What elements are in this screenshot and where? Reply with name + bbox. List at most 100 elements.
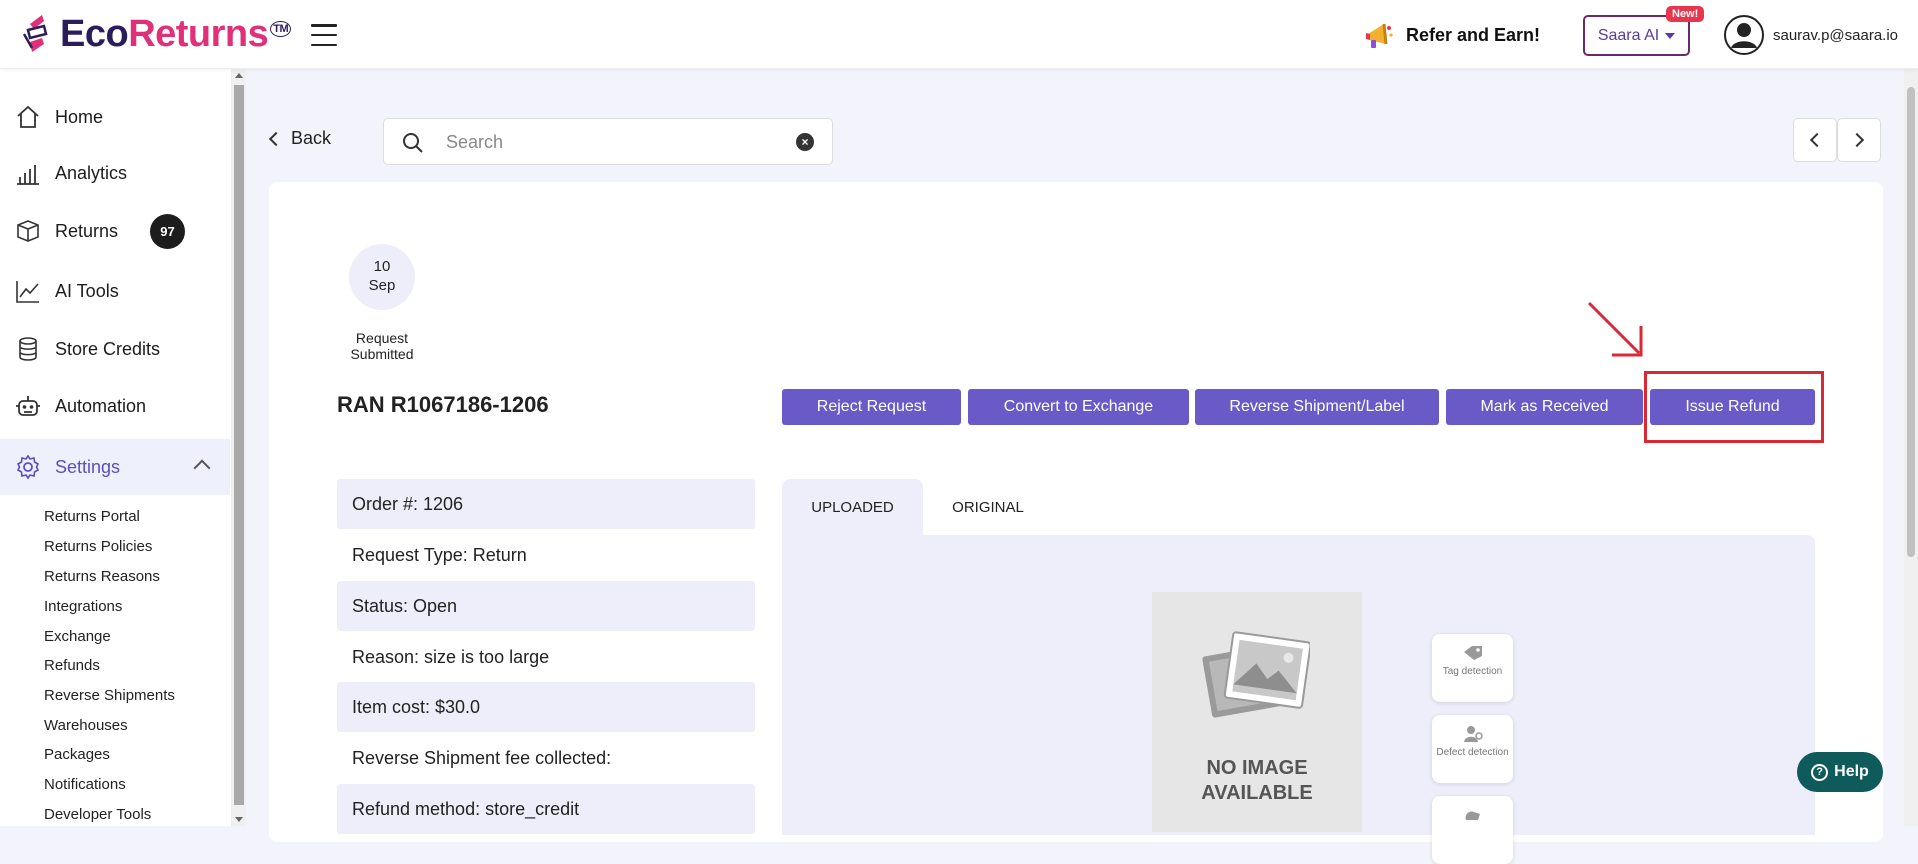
trend-icon	[16, 281, 39, 303]
clear-search-icon[interactable]: ×	[796, 133, 814, 151]
settings-sub-developer-tools[interactable]: Developer Tools	[44, 806, 151, 823]
timeline-date: 10 Sep	[349, 244, 415, 310]
user-avatar-icon	[1724, 15, 1764, 55]
no-image-line1: NO IMAGE	[1206, 757, 1308, 779]
refer-and-earn-link[interactable]: Refer and Earn!	[1362, 18, 1540, 52]
photo-placeholder-icon	[1202, 631, 1310, 718]
scroll-down-icon[interactable]	[235, 817, 243, 822]
search-input[interactable]	[446, 129, 766, 155]
returns-count-badge: 97	[150, 213, 185, 249]
defect-detection-card[interactable]: Defect detection	[1432, 715, 1513, 783]
search-icon	[403, 133, 423, 153]
question-icon: ?	[1811, 763, 1829, 781]
sidebar-item-label: Returns	[55, 220, 119, 241]
chevron-left-icon	[268, 131, 284, 146]
settings-sub-returns-reasons[interactable]: Returns Reasons	[44, 568, 160, 585]
logo-eco-text: Eco	[60, 13, 129, 55]
scroll-up-icon[interactable]	[235, 73, 243, 78]
settings-sub-refunds[interactable]: Refunds	[44, 657, 100, 674]
menu-line-icon	[311, 43, 337, 46]
megaphone-icon	[1366, 23, 1393, 48]
settings-sub-returns-policies[interactable]: Returns Policies	[44, 538, 152, 555]
home-icon	[17, 105, 39, 128]
detail-request-type: Request Type: Return	[352, 544, 527, 565]
detail-status: Status: Open	[337, 581, 755, 631]
logo[interactable]: EcoReturns TM	[20, 12, 292, 56]
logo-returns-text: Returns	[128, 13, 269, 55]
timeline-month: Sep	[368, 277, 396, 294]
caret-down-icon	[1665, 32, 1676, 39]
user-email: saurav.p@saara.io	[1773, 26, 1899, 44]
settings-sub-reverse-shipments[interactable]: Reverse Shipments	[44, 687, 175, 704]
detail-refund-method: Refund method: store_credit	[337, 784, 755, 834]
back-button[interactable]: Back	[268, 128, 332, 149]
sidebar-item-label: Store Credits	[55, 338, 161, 359]
settings-sub-notifications[interactable]: Notifications	[44, 776, 126, 793]
convert-to-exchange-button[interactable]: Convert to Exchange	[968, 389, 1189, 425]
chevron-right-icon	[1849, 132, 1865, 148]
tag-icon	[1463, 646, 1482, 660]
tab-original[interactable]: ORIGINAL	[923, 479, 1053, 535]
sidebar-item-returns[interactable]: Returns 97	[0, 203, 230, 259]
issue-refund-highlight	[1644, 371, 1824, 443]
chevron-left-icon	[1809, 132, 1825, 148]
defect-detection-label: Defect detection	[1436, 747, 1509, 758]
sidebar-item-label: Home	[55, 106, 104, 127]
settings-sub-returns-portal[interactable]: Returns Portal	[44, 508, 140, 525]
detail-reverse-shipment-fee: Reverse Shipment fee collected:	[352, 747, 612, 768]
reverse-shipment-label-button[interactable]: Reverse Shipment/Label	[1195, 389, 1439, 425]
sidebar-scroll-thumb[interactable]	[234, 85, 244, 805]
timeline-day: 10	[373, 258, 391, 275]
next-request-button[interactable]	[1837, 118, 1881, 162]
help-button[interactable]: ? Help	[1797, 752, 1883, 792]
robot-icon	[16, 396, 40, 416]
menu-line-icon	[311, 33, 337, 37]
search-box: ×	[383, 118, 833, 165]
defect-person-icon	[1463, 726, 1483, 742]
page-scrollbar[interactable]	[1904, 69, 1918, 826]
feature-card-partial[interactable]	[1432, 796, 1513, 864]
tag-detection-label: Tag detection	[1442, 666, 1503, 677]
ran-title: RAN R1067186-1206	[337, 392, 549, 417]
trademark-mark: TM	[270, 21, 292, 37]
chevron-up-icon[interactable]	[193, 459, 211, 477]
logo-mark-icon	[22, 15, 48, 52]
settings-sub-exchange[interactable]: Exchange	[44, 628, 111, 645]
annotation-arrow-icon	[1587, 301, 1643, 357]
page-scroll-thumb[interactable]	[1907, 87, 1915, 557]
menu-toggle-button[interactable]	[311, 24, 337, 46]
sidebar-item-home[interactable]: Home	[0, 89, 230, 145]
top-header: EcoReturns TM Refer and Earn! Saara AI Ne…	[0, 0, 1918, 69]
sidebar-scrollbar[interactable]	[232, 69, 246, 826]
gear-icon	[16, 454, 40, 480]
feature-hand-icon	[1465, 811, 1480, 820]
tag-detection-card[interactable]: Tag detection	[1432, 634, 1513, 702]
no-image-line2: AVAILABLE	[1201, 782, 1313, 804]
sidebar-item-label: Automation	[55, 395, 147, 416]
settings-sub-warehouses[interactable]: Warehouses	[44, 717, 128, 734]
detail-item-cost: Item cost: $30.0	[337, 682, 755, 732]
sidebar: Home Analytics Returns 97 AI Tools Store…	[0, 69, 232, 826]
user-menu[interactable]: saurav.p@saara.io	[1724, 15, 1898, 55]
sidebar-item-settings[interactable]: Settings	[0, 439, 230, 495]
sidebar-item-ai-tools[interactable]: AI Tools	[0, 263, 230, 319]
sidebar-item-store-credits[interactable]: Store Credits	[0, 321, 230, 377]
timeline-status: Request Submitted	[350, 330, 414, 362]
refer-label: Refer and Earn!	[1406, 24, 1541, 45]
back-label: Back	[291, 128, 332, 148]
sidebar-item-analytics[interactable]: Analytics	[0, 145, 230, 201]
tab-uploaded[interactable]: UPLOADED	[782, 479, 923, 535]
help-label: Help	[1834, 763, 1869, 780]
settings-sub-integrations[interactable]: Integrations	[44, 598, 122, 615]
new-badge: New!	[1666, 6, 1705, 22]
sidebar-item-automation[interactable]: Automation	[0, 378, 230, 434]
sidebar-item-label: AI Tools	[55, 280, 119, 301]
saara-ai-label: Saara AI	[1597, 26, 1660, 44]
database-icon	[19, 337, 37, 361]
reject-request-button[interactable]: Reject Request	[782, 389, 961, 425]
mark-as-received-button[interactable]: Mark as Received	[1446, 389, 1643, 425]
settings-sub-packages[interactable]: Packages	[44, 746, 110, 763]
detail-order-number: Order #: 1206	[337, 479, 755, 529]
box-icon	[17, 220, 39, 242]
previous-request-button[interactable]	[1793, 118, 1837, 162]
